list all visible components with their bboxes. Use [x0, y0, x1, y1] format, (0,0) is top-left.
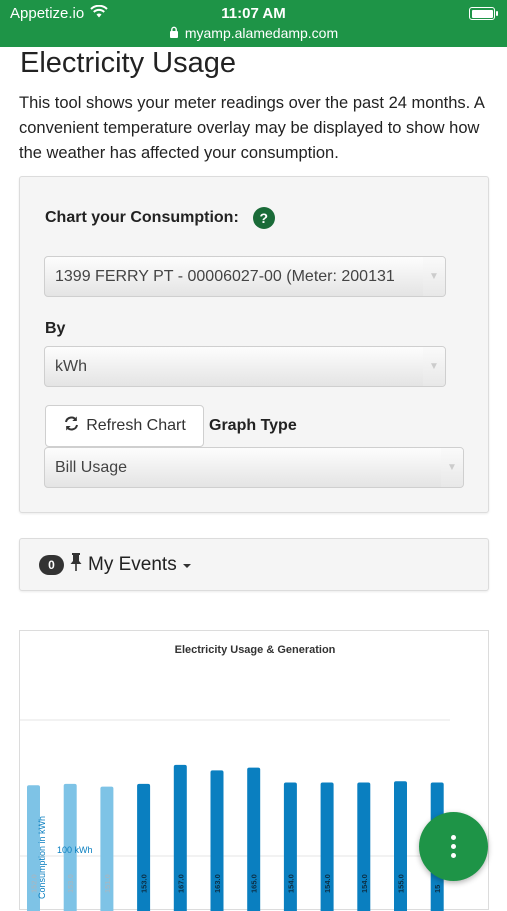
pushpin-icon: [69, 552, 83, 577]
chart-consumption-text: Chart your Consumption:: [45, 209, 239, 226]
address-bar[interactable]: myamp.alamedamp.com: [0, 25, 507, 41]
battery-icon: [469, 7, 498, 20]
bar-value-label: 155.0: [397, 874, 406, 893]
graph-type-select-value: Bill Usage: [55, 458, 128, 476]
refresh-chart-button[interactable]: Refresh Chart: [45, 405, 204, 447]
y-tick-label: 100 kWh: [57, 845, 93, 855]
chart-consumption-label: Chart your Consumption: ?: [45, 207, 275, 229]
bar-value-label: 15: [433, 885, 442, 893]
refresh-chart-label: Refresh Chart: [86, 417, 186, 434]
chart-settings-card: Chart your Consumption: ? 1399 FERRY PT …: [19, 176, 489, 513]
my-events-toggle[interactable]: 0 My Events: [19, 538, 489, 591]
by-label: By: [45, 320, 66, 337]
page-title: Electricity Usage: [20, 47, 236, 79]
events-count-badge: 0: [39, 554, 64, 575]
status-bar: Appetize.io 11:07 AM myamp.alamedamp.com: [0, 0, 507, 47]
refresh-icon: [63, 415, 80, 437]
graph-type-label: Graph Type: [209, 417, 297, 434]
chevron-down-icon: ▼: [423, 257, 445, 296]
usage-chart-svg: Electricity Usage & Generation 152.0 153.…: [20, 644, 450, 911]
help-icon[interactable]: ?: [252, 207, 275, 229]
bar-value-label: 165.0: [250, 874, 259, 893]
more-vertical-icon: [451, 835, 456, 858]
account-select[interactable]: 1399 FERRY PT - 00006027-00 (Meter: 2001…: [44, 256, 446, 297]
more-actions-button[interactable]: [419, 812, 488, 881]
status-time: 11:07 AM: [221, 5, 286, 22]
bar-value-label: 151.0: [103, 874, 112, 893]
chevron-down-icon: ▼: [423, 347, 445, 386]
url-text: myamp.alamedamp.com: [184, 25, 339, 41]
account-select-value: 1399 FERRY PT - 00006027-00 (Meter: 2001…: [55, 267, 395, 285]
bar-value-label: 154.0: [360, 874, 369, 893]
graph-type-select[interactable]: Bill Usage ▼: [44, 447, 464, 488]
unit-select[interactable]: kWh ▼: [44, 346, 446, 387]
bar-value-label: 153.0: [66, 874, 75, 893]
bar-value-label: 154.0: [323, 874, 332, 893]
lock-icon: [169, 25, 179, 41]
bar-value-label: 154.0: [286, 874, 295, 893]
bar-value-label: 153.0: [140, 874, 149, 893]
chevron-down-icon: ▼: [441, 448, 463, 487]
page-intro: This tool shows your meter readings over…: [19, 94, 484, 162]
caret-down-icon: [182, 556, 192, 574]
unit-select-value: kWh: [55, 357, 87, 375]
y-axis-label: Consumption in kWh: [37, 816, 47, 899]
usage-chart: Electricity Usage & Generation 152.0 153.…: [19, 630, 489, 911]
bar-value-label: 163.0: [213, 874, 222, 893]
chart-title: Electricity Usage & Generation: [175, 644, 336, 656]
my-events-label: My Events: [88, 553, 177, 575]
bar-value-label: 167.0: [176, 874, 185, 893]
